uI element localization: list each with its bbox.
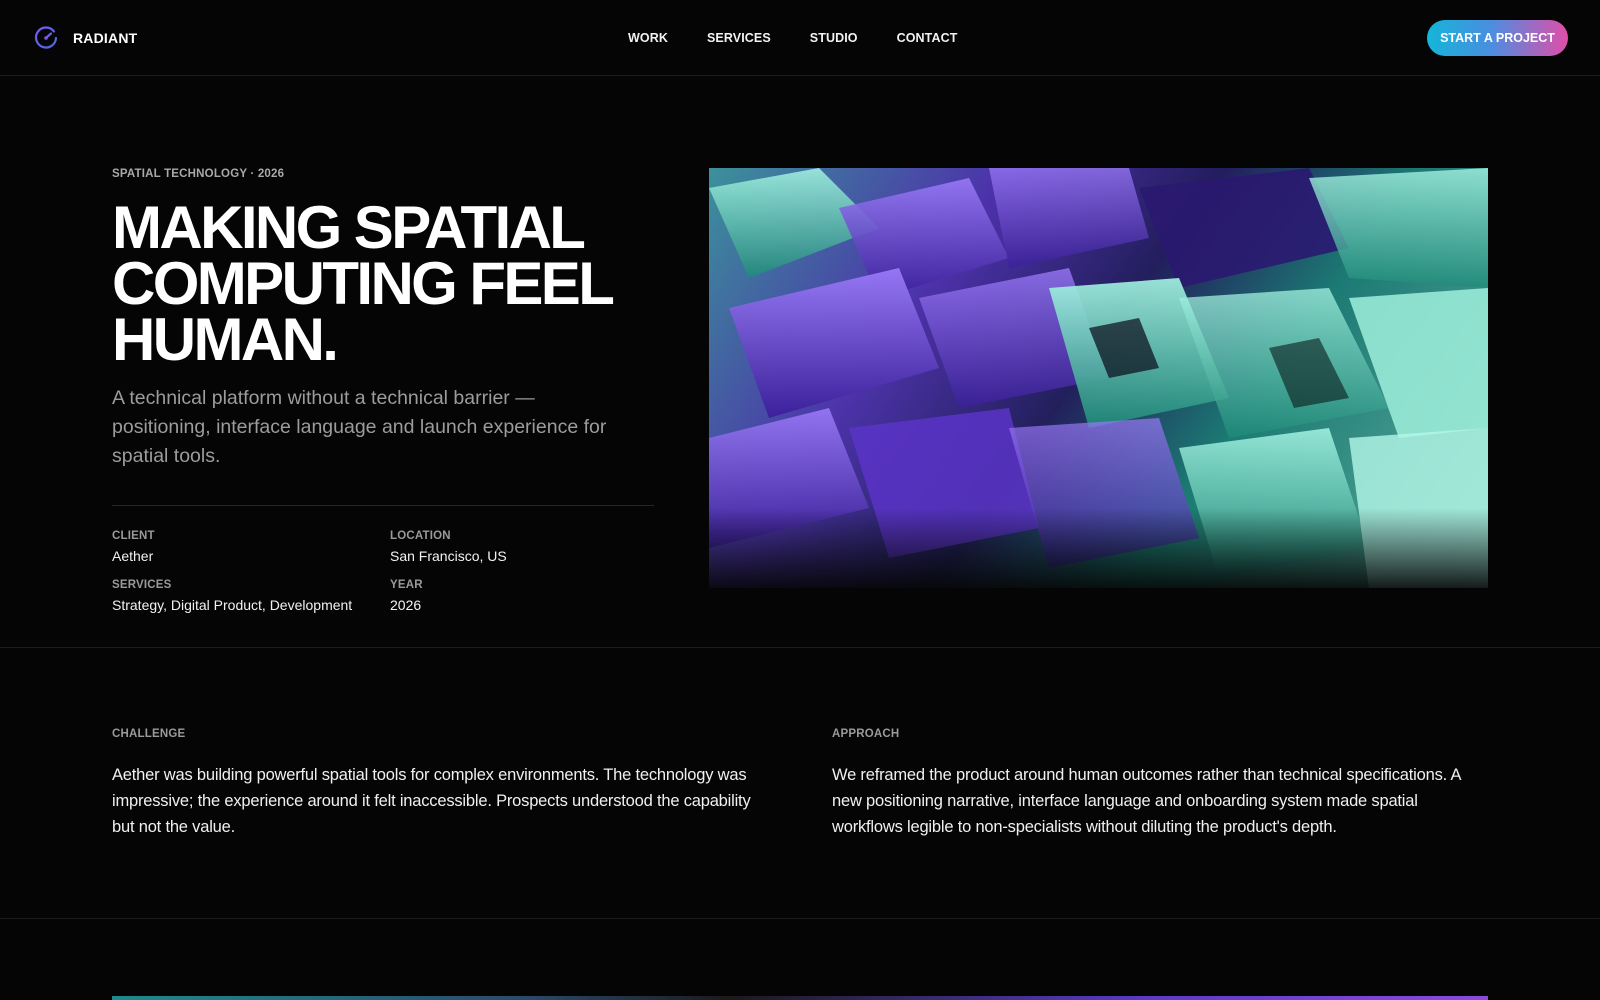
hero-title: MAKING SPATIAL COMPUTING FEEL HUMAN. — [112, 194, 672, 373]
meta-value: Aether — [112, 548, 154, 564]
section-divider — [0, 918, 1600, 919]
approach-label: APPROACH — [832, 728, 900, 740]
nav-item-work[interactable]: WORK — [628, 31, 668, 45]
challenge-label: CHALLENGE — [112, 728, 186, 740]
nav-item-studio[interactable]: STUDIO — [810, 31, 858, 45]
next-image-preview — [112, 996, 1488, 1000]
approach-text: We reframed the product around human out… — [832, 766, 1461, 836]
nav-item-contact[interactable]: CONTACT — [897, 31, 958, 45]
hero-lede: A technical platform without a technical… — [112, 387, 607, 467]
meta-location: LOCATION San Francisco, US — [390, 530, 654, 564]
meta-label: LOCATION — [390, 530, 451, 542]
meta-value: San Francisco, US — [390, 548, 507, 564]
hero-divider — [112, 505, 654, 506]
start-project-button[interactable]: START A PROJECT — [1427, 20, 1568, 56]
hero-title-line: MAKING SPATIAL — [112, 194, 586, 261]
meta-value: 2026 — [390, 597, 422, 613]
meta-year: YEAR 2026 — [390, 579, 654, 613]
hero-intro: SPATIAL TECHNOLOGY · 2026 MAKING SPATIAL… — [112, 168, 654, 613]
image-fade — [709, 508, 1488, 588]
hero-title-line: COMPUTING FEEL — [112, 250, 615, 317]
meta-label: SERVICES — [112, 579, 172, 591]
challenge-text: Aether was building powerful spatial too… — [112, 766, 751, 836]
meta-value: Strategy, Digital Product, Development — [112, 597, 353, 613]
meta-client: CLIENT Aether — [112, 530, 390, 564]
gauge-icon — [34, 26, 58, 49]
meta-label: YEAR — [390, 579, 423, 591]
main-nav: WORK SERVICES STUDIO CONTACT — [628, 31, 957, 45]
brand-name: RADIANT — [73, 30, 138, 46]
project-meta: CLIENT Aether LOCATION San Francisco, US… — [112, 530, 654, 613]
approach-section: APPROACH We reframed the product around … — [832, 728, 1482, 840]
hero-title-line: HUMAN. — [112, 306, 339, 373]
nav-item-services[interactable]: SERVICES — [707, 31, 771, 45]
hero-image — [709, 168, 1488, 588]
site-header: RADIANT WORK SERVICES STUDIO CONTACT STA… — [0, 0, 1600, 76]
section-divider — [0, 647, 1600, 648]
challenge-section: CHALLENGE Aether was building powerful s… — [112, 728, 762, 840]
meta-services: SERVICES Strategy, Digital Product, Deve… — [112, 579, 390, 613]
hero-eyebrow: SPATIAL TECHNOLOGY · 2026 — [112, 168, 285, 180]
logo[interactable]: RADIANT — [33, 25, 137, 51]
meta-label: CLIENT — [112, 530, 155, 542]
